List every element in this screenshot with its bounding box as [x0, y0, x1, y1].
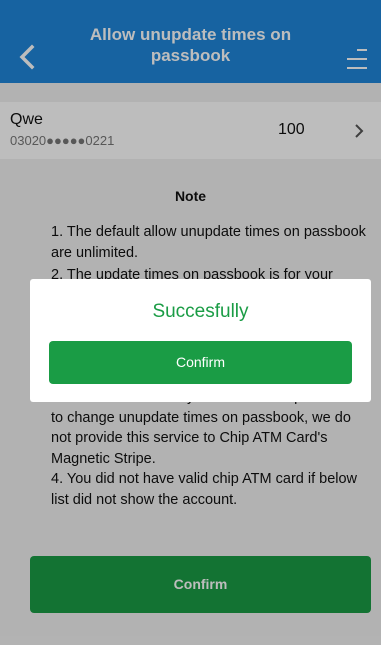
success-dialog: Succesfully Confirm	[30, 279, 371, 402]
dialog-confirm-button[interactable]: Confirm	[49, 341, 352, 384]
dialog-message: Succesfully	[152, 301, 249, 322]
